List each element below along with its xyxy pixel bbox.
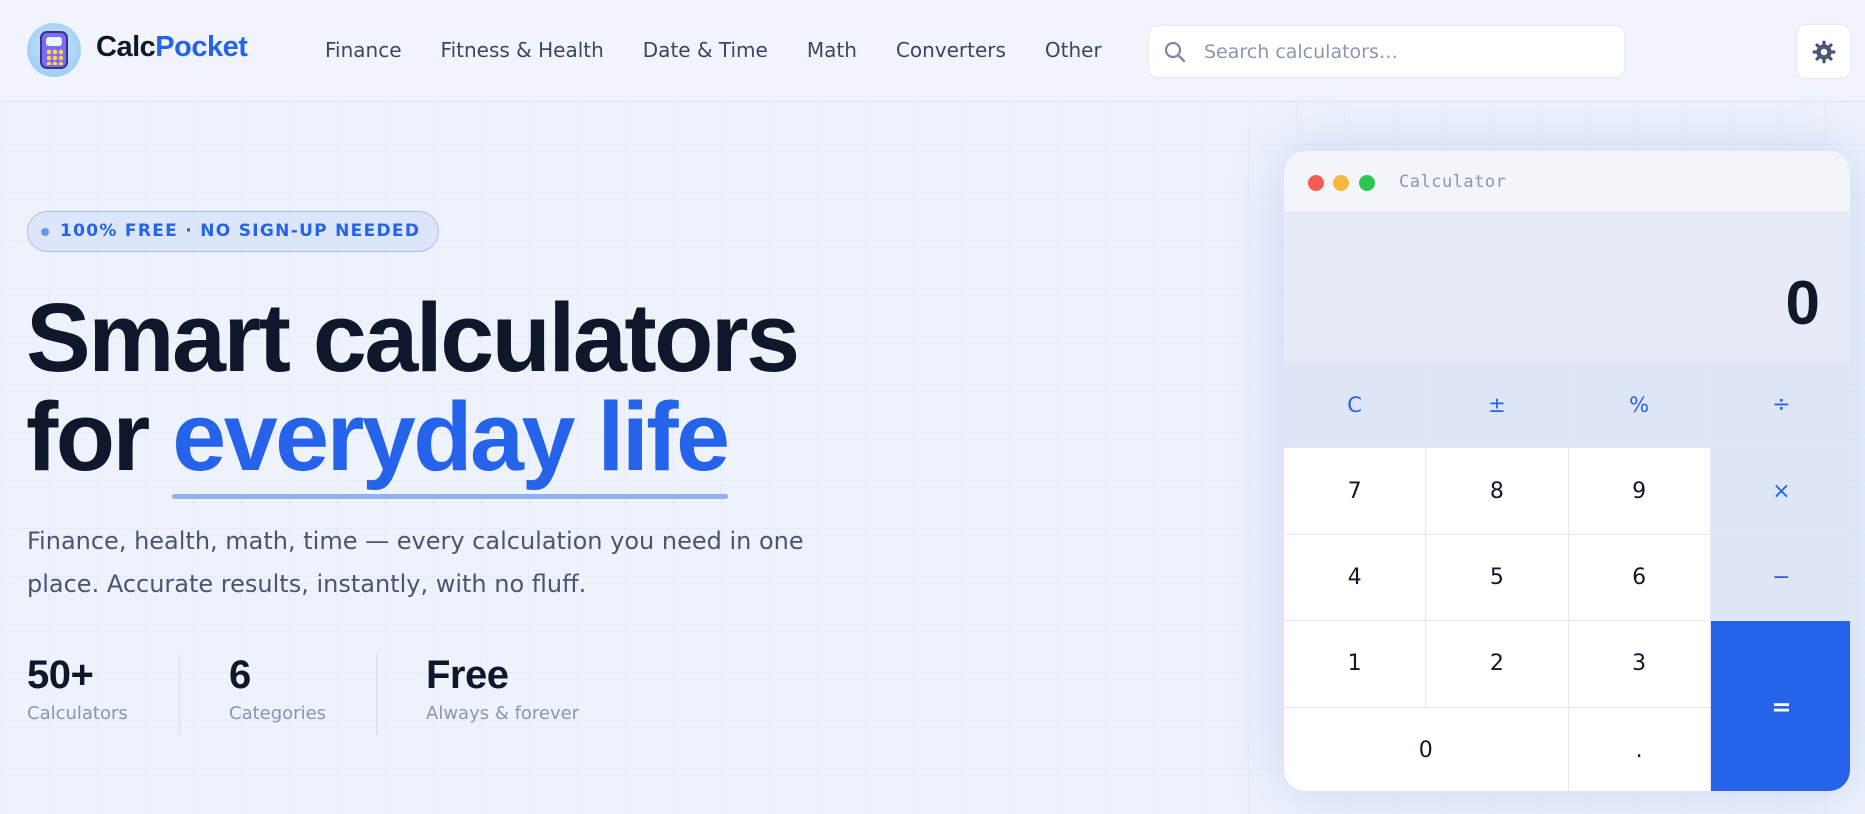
page-title: Smart calculators for everyday life [26,288,800,486]
main-nav: Finance Fitness & Health Date & Time Mat… [325,38,1141,62]
display-value: 0 [1785,269,1820,338]
stat-value: Free [426,653,509,697]
stat-divider [179,653,180,735]
key-7[interactable]: 7 [1284,448,1426,534]
stat-divider [376,653,377,735]
calculator-widget: Calculator 0 C ± % ÷ 7 8 9 × 4 5 6 − 1 2… [1283,150,1851,792]
nav-item-math[interactable]: Math [807,38,857,62]
stat-value: 50+ [27,653,94,697]
nav-item-finance[interactable]: Finance [325,38,402,62]
stat-label: Calculators [27,703,128,724]
minimize-window-icon[interactable] [1333,175,1349,191]
key-percent[interactable]: % [1568,362,1710,448]
brand-name[interactable]: CalcPocket [96,31,248,64]
headline-accent: everyday life [172,382,730,491]
search-box [1148,25,1625,78]
key-equals[interactable]: = [1710,621,1850,791]
key-5[interactable]: 5 [1426,534,1568,621]
key-9[interactable]: 9 [1568,448,1710,534]
search-input[interactable] [1204,36,1604,68]
settings-button[interactable] [1796,24,1851,79]
nav-item-converters[interactable]: Converters [896,38,1006,62]
key-sign[interactable]: ± [1426,362,1568,448]
key-3[interactable]: 3 [1568,621,1710,707]
brand-name-part1: Calc [96,31,156,63]
key-6[interactable]: 6 [1568,534,1710,621]
headline-for: for [26,382,173,491]
hero-subtitle: Finance, health, math, time — every calc… [27,527,804,598]
brand-name-part2: Pocket [155,31,248,63]
logo-icon[interactable] [27,23,81,77]
calculator-title: Calculator [1399,172,1507,192]
calculator-display: 0 [1284,213,1850,362]
calculator-titlebar: Calculator [1284,151,1850,213]
search-icon [1164,41,1186,63]
site-header: CalcPocket Finance Fitness & Health Date… [0,0,1865,102]
maximize-window-icon[interactable] [1359,175,1375,191]
key-4[interactable]: 4 [1284,534,1426,621]
key-0[interactable]: 0 [1284,707,1568,791]
stat-free: Free Always & forever [426,653,579,724]
headline-line1: Smart calculators [26,283,800,392]
free-badge: 100% FREE · NO SIGN-UP NEEDED [27,211,440,252]
stat-value: 6 [229,653,251,697]
calculator-keypad: C ± % ÷ 7 8 9 × 4 5 6 − 1 2 3 = 0 . [1284,362,1850,791]
gear-icon [1812,40,1835,63]
stat-categories: 6 Categories [229,653,326,724]
key-minus[interactable]: − [1710,534,1850,621]
nav-item-date-time[interactable]: Date & Time [643,38,768,62]
key-divide[interactable]: ÷ [1710,362,1850,448]
key-2[interactable]: 2 [1426,621,1568,707]
stat-calculators: 50+ Calculators [27,653,128,724]
key-1[interactable]: 1 [1284,621,1426,707]
close-window-icon[interactable] [1308,175,1324,191]
key-multiply[interactable]: × [1710,448,1850,534]
key-8[interactable]: 8 [1426,448,1568,534]
stat-label: Categories [229,703,327,724]
stat-label: Always & forever [426,703,580,724]
key-decimal[interactable]: . [1568,707,1710,791]
badge-dot-icon [41,228,49,236]
nav-item-fitness-health[interactable]: Fitness & Health [441,38,604,62]
badge-text: 100% FREE · NO SIGN-UP NEEDED [60,221,421,241]
key-clear[interactable]: C [1284,362,1426,448]
nav-item-other[interactable]: Other [1045,38,1102,62]
